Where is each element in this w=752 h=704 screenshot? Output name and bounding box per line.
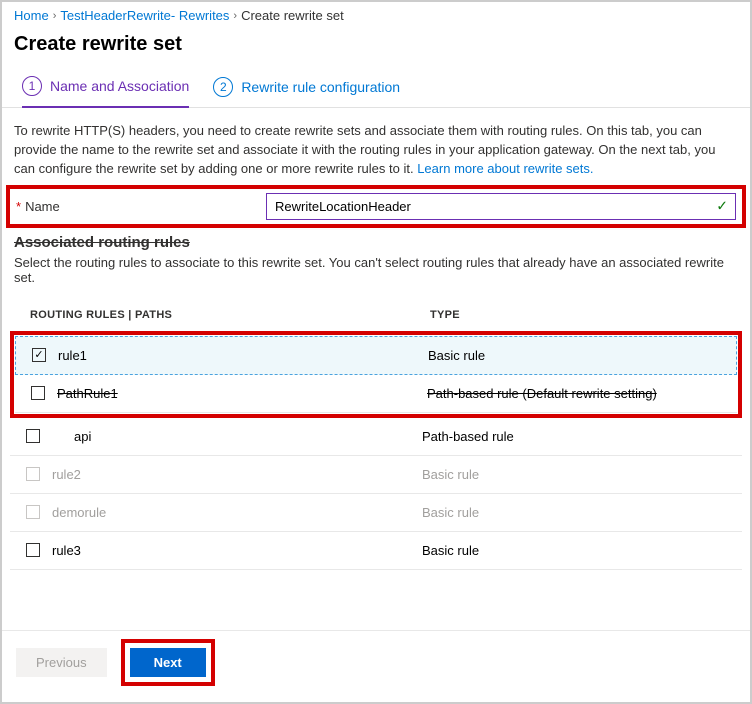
tab-label: Rewrite rule configuration xyxy=(241,79,400,95)
section-desc: Select the routing rules to associate to… xyxy=(2,255,750,299)
chevron-right-icon: › xyxy=(233,10,237,22)
checkbox[interactable] xyxy=(31,386,45,400)
rule-name: PathRule1 xyxy=(57,386,427,401)
rule-name: demorule xyxy=(52,505,422,520)
rule-name: rule3 xyxy=(52,543,422,558)
rule-type: Basic rule xyxy=(428,348,485,363)
next-button[interactable]: Next xyxy=(130,648,206,677)
tabs: 1 Name and Association 2 Rewrite rule co… xyxy=(2,70,750,108)
breadcrumb-home[interactable]: Home xyxy=(14,8,49,23)
name-input[interactable] xyxy=(266,193,736,220)
page-title: Create rewrite set xyxy=(2,29,750,70)
tab-rewrite-rule[interactable]: 2 Rewrite rule configuration xyxy=(213,70,400,107)
breadcrumb: Home › TestHeaderRewrite- Rewrites › Cre… xyxy=(2,2,750,29)
table-row[interactable]: PathRule1Path-based rule (Default rewrit… xyxy=(15,375,737,413)
rule-type: Basic rule xyxy=(422,467,479,482)
table-row: rule2Basic rule xyxy=(10,456,742,494)
highlight-name: *Name ✓ xyxy=(6,185,746,228)
col-header-rules: ROUTING RULES | PATHS xyxy=(30,309,430,321)
breadcrumb-current: Create rewrite set xyxy=(241,8,344,23)
checkbox[interactable]: ✓ xyxy=(32,348,46,362)
check-icon: ✓ xyxy=(716,198,728,215)
rule-name: rule1 xyxy=(58,348,428,363)
previous-button[interactable]: Previous xyxy=(16,648,107,677)
rule-type: Basic rule xyxy=(422,543,479,558)
rule-name: rule2 xyxy=(52,467,422,482)
checkbox xyxy=(26,505,40,519)
rule-type: Basic rule xyxy=(422,505,479,520)
description: To rewrite HTTP(S) headers, you need to … xyxy=(2,122,750,179)
breadcrumb-mid[interactable]: TestHeaderRewrite- Rewrites xyxy=(60,8,229,23)
step-1-icon: 1 xyxy=(22,76,42,96)
highlight-rows: ✓ rule1Basic rule PathRule1Path-based rule… xyxy=(10,331,742,418)
tab-label: Name and Association xyxy=(50,78,189,94)
table-row[interactable]: ✓ rule1Basic rule xyxy=(15,336,737,375)
routing-rules-table: ROUTING RULES | PATHS TYPE ✓rule1Basic r… xyxy=(10,299,742,570)
name-label: *Name xyxy=(16,199,266,214)
table-row[interactable]: apiPath-based rule xyxy=(10,418,742,456)
tab-name-association[interactable]: 1 Name and Association xyxy=(22,70,189,108)
table-row: demoruleBasic rule xyxy=(10,494,742,532)
rule-type: Path-based rule xyxy=(422,429,514,444)
rule-name: api xyxy=(52,429,422,444)
learn-more-link[interactable]: Learn more about rewrite sets. xyxy=(417,161,593,176)
footer: Previous Next xyxy=(2,630,750,694)
table-row[interactable]: rule3Basic rule xyxy=(10,532,742,570)
section-title: Associated routing rules xyxy=(2,234,750,255)
col-header-type: TYPE xyxy=(430,309,722,321)
highlight-next: Next xyxy=(121,639,215,686)
step-2-icon: 2 xyxy=(213,77,233,97)
chevron-right-icon: › xyxy=(53,10,57,22)
checkbox[interactable] xyxy=(26,543,40,557)
rule-type: Path-based rule (Default rewrite setting… xyxy=(427,386,657,401)
checkbox[interactable] xyxy=(26,429,40,443)
checkbox xyxy=(26,467,40,481)
